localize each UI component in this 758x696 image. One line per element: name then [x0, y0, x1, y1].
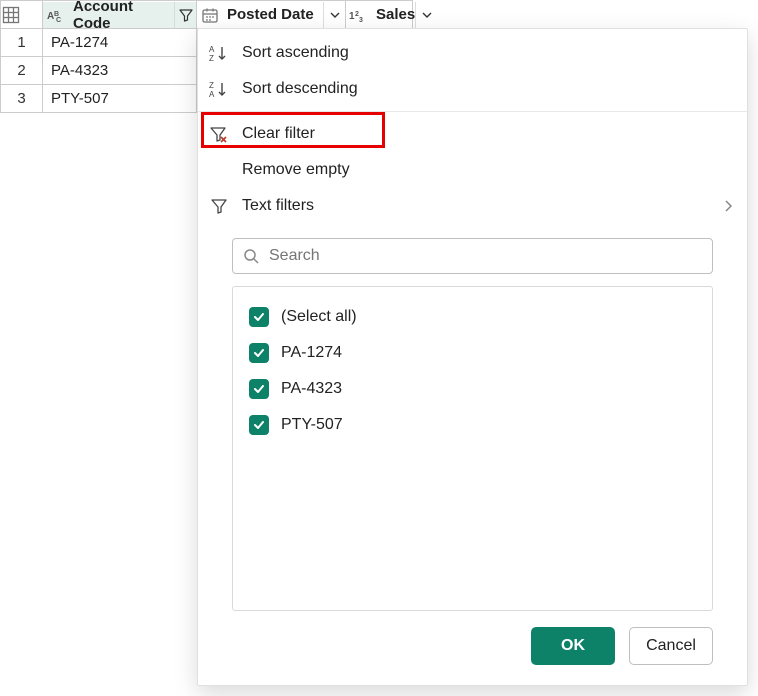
text-type-icon: ABC	[43, 2, 69, 28]
blank-icon	[208, 159, 230, 181]
column-label: Account Code	[69, 0, 174, 32]
ok-button[interactable]: OK	[531, 627, 615, 665]
cancel-label: Cancel	[646, 637, 696, 655]
column-header-sales[interactable]: 123 Sales	[346, 2, 412, 28]
filter-option-select-all[interactable]: (Select all)	[249, 299, 696, 335]
cancel-button[interactable]: Cancel	[629, 627, 713, 665]
menu-item-sort-ascending[interactable]: AZ Sort ascending	[198, 35, 747, 71]
ok-label: OK	[561, 637, 585, 655]
chevron-right-icon	[723, 199, 733, 213]
search-box[interactable]	[232, 238, 713, 274]
column-header-account-code[interactable]: ABC Account Code	[43, 2, 196, 28]
filter-option-label: PA-1274	[281, 344, 342, 362]
filter-option[interactable]: PA-4323	[249, 371, 696, 407]
table-icon	[2, 6, 20, 24]
search-input[interactable]	[267, 246, 702, 266]
column-label: Sales	[372, 6, 415, 23]
filter-values-list[interactable]: (Select all) PA-1274 PA-4323 PTY-507	[232, 286, 713, 611]
date-type-icon	[197, 2, 223, 28]
column-filter-button-posted-date[interactable]	[323, 2, 345, 28]
checkbox-checked-icon[interactable]	[249, 307, 269, 327]
svg-text:3: 3	[359, 17, 363, 23]
column-filter-button-sales[interactable]	[415, 2, 437, 28]
filter-active-icon	[179, 8, 193, 22]
clear-filter-icon	[208, 123, 230, 145]
menu-label: Remove empty	[242, 161, 733, 179]
menu-item-text-filters[interactable]: Text filters	[198, 188, 747, 224]
svg-text:C: C	[56, 17, 61, 23]
filter-icon	[208, 195, 230, 217]
menu-label: Sort ascending	[242, 44, 733, 62]
menu-label: Clear filter	[242, 125, 733, 143]
menu-item-remove-empty[interactable]: Remove empty	[198, 152, 747, 188]
select-all-corner[interactable]	[1, 1, 43, 29]
chevron-down-icon	[330, 10, 340, 20]
sort-desc-icon: ZA	[208, 78, 230, 100]
cell-account-code[interactable]: PA-1274	[43, 29, 197, 57]
filter-option-label: PTY-507	[281, 416, 343, 434]
cell-account-code[interactable]: PA-4323	[43, 57, 197, 85]
cell-account-code[interactable]: PTY-507	[43, 85, 197, 113]
row-number: 3	[1, 85, 43, 113]
filter-option-label: (Select all)	[281, 308, 357, 326]
checkbox-checked-icon[interactable]	[249, 343, 269, 363]
filter-popup: AZ Sort ascending ZA Sort descending	[197, 28, 748, 686]
svg-text:A: A	[209, 90, 215, 98]
svg-text:Z: Z	[209, 54, 214, 62]
search-icon	[243, 248, 259, 264]
sort-asc-icon: AZ	[208, 42, 230, 64]
filter-option[interactable]: PTY-507	[249, 407, 696, 443]
filter-option[interactable]: PA-1274	[249, 335, 696, 371]
row-number: 2	[1, 57, 43, 85]
svg-text:Z: Z	[209, 81, 214, 90]
menu-label: Sort descending	[242, 80, 733, 98]
column-header-posted-date[interactable]: Posted Date	[197, 2, 345, 28]
column-label: Posted Date	[223, 6, 323, 23]
number-type-icon: 123	[346, 2, 372, 28]
chevron-down-icon	[422, 10, 432, 20]
svg-text:A: A	[209, 45, 215, 54]
column-filter-button-account-code[interactable]	[174, 2, 196, 28]
separator	[198, 111, 747, 112]
menu-item-sort-descending[interactable]: ZA Sort descending	[198, 71, 747, 107]
menu-item-clear-filter[interactable]: Clear filter	[198, 116, 747, 152]
filter-option-label: PA-4323	[281, 380, 342, 398]
checkbox-checked-icon[interactable]	[249, 415, 269, 435]
menu-label: Text filters	[242, 197, 711, 215]
checkbox-checked-icon[interactable]	[249, 379, 269, 399]
row-number: 1	[1, 29, 43, 57]
